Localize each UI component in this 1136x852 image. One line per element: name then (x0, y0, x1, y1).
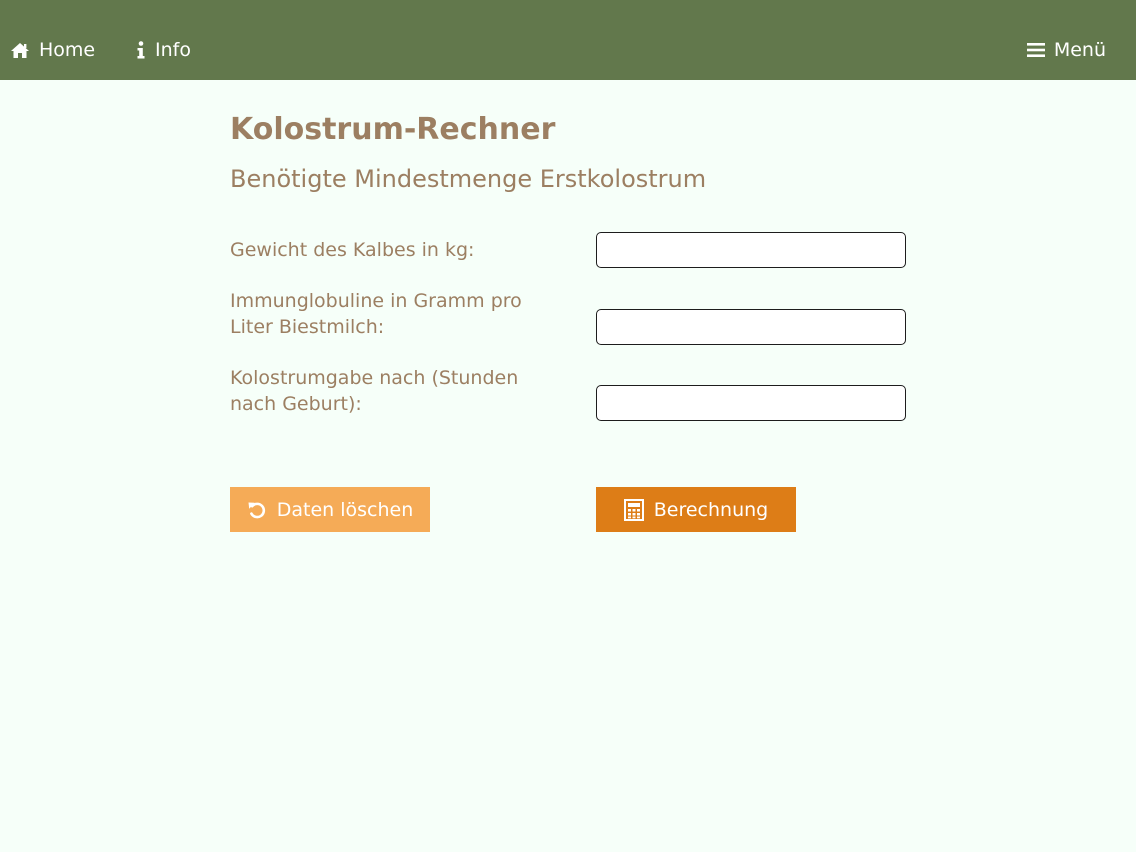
colostrum-time-input[interactable] (596, 385, 906, 421)
undo-icon (247, 500, 267, 520)
weight-label: Gewicht des Kalbes in kg: (230, 239, 475, 261)
weight-input[interactable] (596, 232, 906, 268)
reset-data-button[interactable]: Daten löschen (230, 487, 430, 532)
page-title: Kolostrum-Rechner (230, 112, 556, 147)
nav-menu-label: Menü (1053, 39, 1106, 61)
calculate-label: Berechnung (653, 498, 769, 521)
colostrum-time-label: Kolostrumgabe nach (Stunden nach Geburt)… (230, 367, 519, 415)
nav-info-label: Info (155, 39, 191, 61)
reset-data-label: Daten löschen (276, 498, 414, 521)
info-icon (136, 41, 146, 59)
nav-home-link[interactable]: Home (10, 36, 95, 64)
calculator-icon (623, 498, 644, 521)
nav-info-link[interactable]: Info (136, 36, 191, 64)
page-subtitle: Benötigte Mindestmenge Erstkolostrum (230, 165, 707, 193)
top-navbar: Home Info Menü (0, 0, 1136, 80)
hamburger-menu-icon (1026, 42, 1045, 58)
nav-home-label: Home (39, 39, 96, 61)
nav-menu-button[interactable]: Menü (1026, 36, 1106, 64)
calculate-button[interactable]: Berechnung (596, 487, 796, 532)
immunoglobulin-label: Immunglobuline in Gramm pro Liter Biestm… (230, 290, 522, 338)
home-icon (10, 42, 30, 59)
immunoglobulin-input[interactable] (596, 309, 906, 345)
